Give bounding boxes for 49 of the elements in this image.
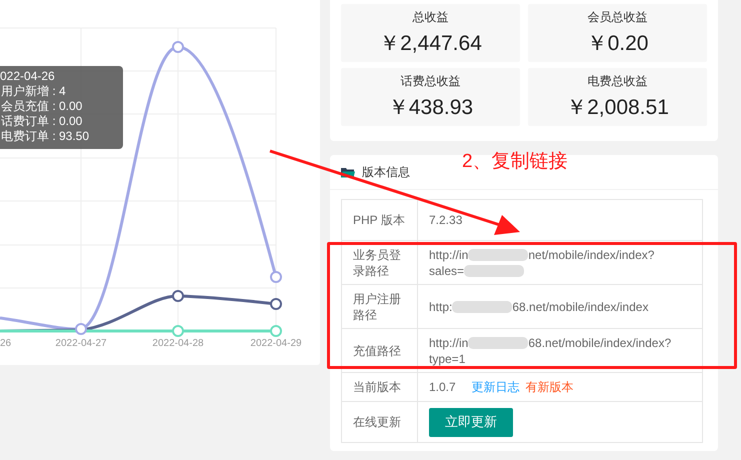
- tooltip-value: 用户新增 : 4: [0, 84, 67, 99]
- tooltip-value: 电费订单 : 93.50: [0, 129, 90, 144]
- stat-value: ￥0.20: [586, 31, 648, 57]
- annotation-text: 2、复制链接: [462, 150, 568, 174]
- stat-value: ￥2,008.51: [566, 95, 669, 121]
- blurred-block: [464, 265, 524, 278]
- url-text: http://in: [429, 336, 468, 350]
- data-point: [270, 271, 282, 283]
- axis-label: 2022-04-28: [152, 338, 204, 349]
- table-cell: 业务员登录路径: [342, 240, 418, 284]
- url-text: http://in: [429, 248, 468, 262]
- data-point: [75, 323, 87, 335]
- blurred-block: [468, 249, 528, 262]
- blurred-block: [452, 301, 512, 314]
- stat-label: 话费总收益: [400, 73, 460, 90]
- url-text: 68.net/mobile/index/index?: [528, 336, 672, 350]
- stat-label: 电费总收益: [588, 73, 648, 90]
- url-text: type=1: [429, 352, 466, 366]
- link[interactable]: 更新日志: [472, 379, 520, 395]
- table-cell: 7.2.33: [429, 213, 462, 227]
- data-point: [172, 41, 184, 53]
- version-number: 1.0.7: [429, 379, 456, 395]
- stat-value: ￥2,447.64: [379, 31, 482, 57]
- axis-label: 2022-04-29: [250, 338, 302, 349]
- data-point: [172, 325, 184, 337]
- table-cell: 充值路径: [342, 328, 418, 372]
- table-cell: 在线更新: [342, 402, 418, 442]
- stat-label: 总收益: [412, 9, 448, 26]
- url-text: 68.net/mobile/index/index: [512, 300, 648, 314]
- stat-value: ￥438.93: [388, 95, 474, 121]
- url-text: sales=: [429, 264, 464, 278]
- table-cell: PHP 版本: [342, 200, 418, 240]
- axis-label: 26: [0, 338, 12, 349]
- data-point: [270, 298, 282, 310]
- link[interactable]: 有新版本: [526, 379, 574, 395]
- axis-label: 2022-04-27: [55, 338, 107, 349]
- card-title: 版本信息: [362, 164, 410, 180]
- blurred-block: [468, 337, 528, 350]
- tooltip-value: 会员充值 : 0.00: [0, 99, 84, 114]
- url-text: http:: [429, 300, 452, 314]
- url-text: net/mobile/index/index?: [528, 248, 654, 262]
- table-cell: 当前版本: [342, 372, 418, 402]
- data-point: [172, 290, 184, 302]
- update-button[interactable]: 立即更新: [429, 408, 513, 436]
- tooltip-date: 022-04-26: [0, 69, 56, 84]
- data-point: [270, 325, 282, 337]
- tooltip-value: 话费订单 : 0.00: [0, 114, 84, 129]
- stat-label: 会员总收益: [588, 9, 648, 26]
- table-cell: 用户注册路径: [342, 284, 418, 328]
